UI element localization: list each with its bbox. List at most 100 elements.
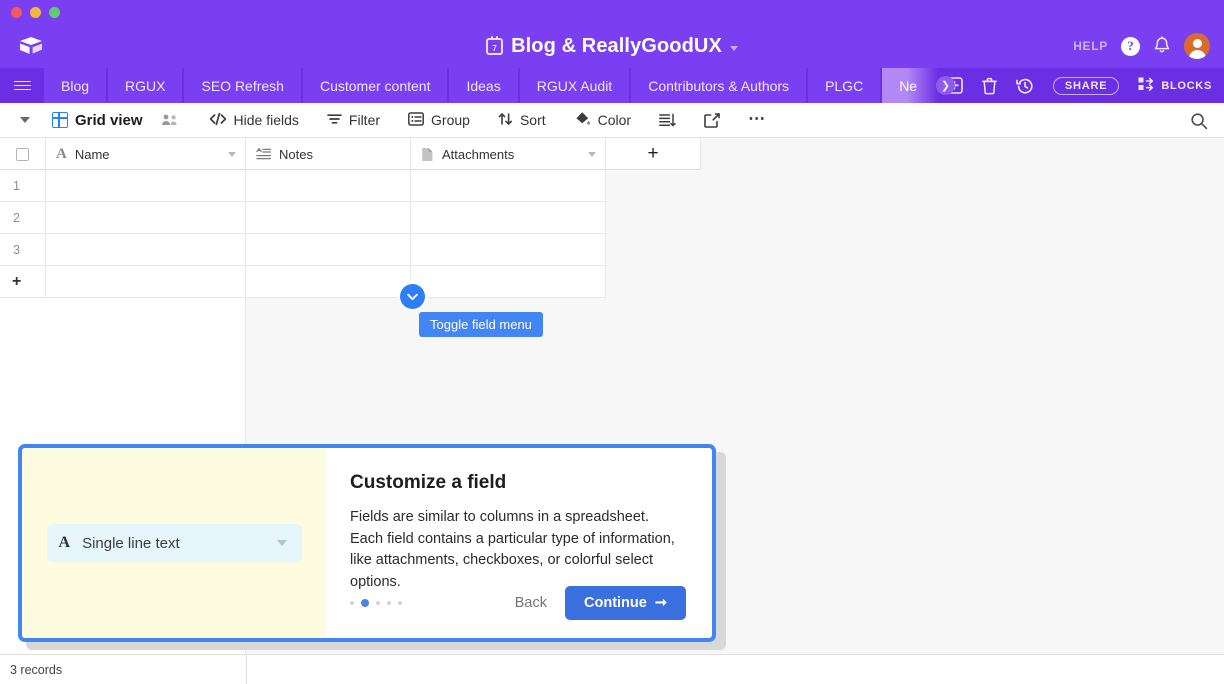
chevron-down-icon[interactable] bbox=[277, 540, 287, 546]
tab-blog[interactable]: Blog bbox=[44, 68, 106, 103]
add-row-spacer bbox=[46, 266, 246, 297]
question-circle-icon[interactable]: ? bbox=[1121, 37, 1140, 56]
blocks-button[interactable]: BLOCKS bbox=[1138, 77, 1212, 94]
minimize-window-button[interactable] bbox=[30, 7, 41, 18]
color-button[interactable]: Color bbox=[566, 107, 639, 133]
chevron-down-icon[interactable] bbox=[228, 152, 236, 157]
tab-plgc[interactable]: PLGC bbox=[808, 68, 880, 103]
share-export-icon[interactable] bbox=[696, 109, 728, 132]
tab-contributors-and-authors[interactable]: Contributors & Authors bbox=[631, 68, 806, 103]
record-count: 3 records bbox=[0, 663, 246, 677]
tab-label: RGUX Audit bbox=[537, 78, 612, 94]
tab-customer-content[interactable]: Customer content bbox=[303, 68, 448, 103]
table-row[interactable]: 1 bbox=[0, 170, 606, 202]
hide-fields-button[interactable]: Hide fields bbox=[201, 108, 307, 133]
group-button[interactable]: Group bbox=[400, 108, 478, 133]
table-tabs: Blog RGUX SEO Refresh Customer content I… bbox=[44, 68, 940, 103]
caret-down-icon[interactable] bbox=[20, 117, 30, 123]
base-title-text: Blog & ReallyGoodUX bbox=[511, 35, 722, 58]
bell-icon[interactable] bbox=[1153, 36, 1171, 56]
close-window-button[interactable] bbox=[11, 7, 22, 18]
share-button[interactable]: SHARE bbox=[1053, 77, 1120, 95]
column-header-label: Notes bbox=[279, 147, 313, 162]
tab-label: SEO Refresh bbox=[201, 78, 283, 94]
add-row-button[interactable]: + bbox=[0, 266, 606, 298]
sort-arrows-icon bbox=[498, 112, 513, 129]
footer-divider bbox=[246, 655, 247, 684]
tab-seo-refresh[interactable]: SEO Refresh bbox=[184, 68, 300, 103]
add-row-spacer bbox=[411, 266, 606, 297]
header-right-controls: HELP ? bbox=[1073, 24, 1210, 68]
modal-footer: Back Continue ➞ bbox=[350, 586, 686, 620]
step-dot[interactable] bbox=[350, 601, 354, 605]
cell-name[interactable] bbox=[46, 234, 246, 265]
trash-icon[interactable] bbox=[982, 77, 997, 95]
toolbar-item-label: Filter bbox=[349, 112, 380, 128]
modal-actions: Back Continue ➞ bbox=[515, 586, 686, 620]
cell-name[interactable] bbox=[46, 170, 246, 201]
cell-attachments[interactable] bbox=[411, 202, 606, 233]
base-title[interactable]: 7 Blog & ReallyGoodUX bbox=[0, 24, 1224, 68]
single-line-text-icon: A bbox=[56, 146, 67, 163]
back-button[interactable]: Back bbox=[515, 595, 547, 611]
chevron-right-icon[interactable]: ❯ bbox=[936, 76, 955, 95]
step-dot[interactable] bbox=[376, 601, 380, 605]
search-icon[interactable] bbox=[1190, 112, 1208, 135]
tab-rgux-audit[interactable]: RGUX Audit bbox=[520, 68, 629, 103]
column-header-label: Name bbox=[75, 147, 110, 162]
cell-notes[interactable] bbox=[246, 170, 411, 201]
window-traffic-lights bbox=[11, 7, 60, 18]
code-brackets-icon bbox=[209, 112, 227, 129]
column-header-name[interactable]: A Name bbox=[46, 138, 246, 170]
column-header-attachments[interactable]: Attachments bbox=[411, 138, 606, 170]
app-header: 7 Blog & ReallyGoodUX HELP ? bbox=[0, 24, 1224, 68]
step-dot[interactable] bbox=[387, 601, 391, 605]
toggle-field-menu-button[interactable] bbox=[400, 284, 425, 309]
toolbar-item-label: Group bbox=[431, 112, 470, 128]
tab-ideas[interactable]: Ideas bbox=[449, 68, 517, 103]
add-field-button[interactable]: + bbox=[606, 138, 701, 170]
chevron-down-icon[interactable] bbox=[730, 46, 738, 51]
cell-name[interactable] bbox=[46, 202, 246, 233]
ellipsis-icon[interactable]: ⋯ bbox=[740, 105, 774, 135]
blocks-icon bbox=[1138, 77, 1155, 94]
collaborators-icon[interactable] bbox=[161, 113, 179, 127]
view-toolbar: Grid view Hide fields bbox=[0, 103, 1224, 138]
cell-notes[interactable] bbox=[246, 234, 411, 265]
help-label[interactable]: HELP bbox=[1073, 39, 1108, 53]
attachment-icon bbox=[421, 147, 434, 162]
continue-button[interactable]: Continue ➞ bbox=[565, 586, 686, 620]
step-dot-active[interactable] bbox=[361, 599, 369, 607]
cell-attachments[interactable] bbox=[411, 234, 606, 265]
hamburger-menu-icon[interactable] bbox=[0, 68, 44, 103]
column-header-notes[interactable]: Notes bbox=[246, 138, 411, 170]
field-type-value: Single line text bbox=[82, 535, 180, 552]
view-label: Grid view bbox=[75, 112, 143, 129]
paint-drop-icon bbox=[574, 111, 591, 129]
cell-attachments[interactable] bbox=[411, 170, 606, 201]
zoom-window-button[interactable] bbox=[49, 7, 60, 18]
tab-new-table[interactable]: Ne bbox=[882, 68, 938, 103]
user-avatar[interactable] bbox=[1184, 33, 1210, 59]
chevron-down-icon[interactable] bbox=[588, 152, 596, 157]
calendar-icon: 7 bbox=[486, 38, 503, 55]
field-type-select[interactable]: A Single line text bbox=[47, 524, 302, 562]
tab-rgux[interactable]: RGUX bbox=[108, 68, 182, 103]
step-dot[interactable] bbox=[398, 601, 402, 605]
tab-label: Ideas bbox=[466, 78, 500, 94]
tab-label: Contributors & Authors bbox=[648, 78, 789, 94]
macos-title-bar bbox=[0, 0, 1224, 24]
row-height-icon[interactable] bbox=[651, 109, 684, 131]
tab-label: RGUX bbox=[125, 78, 165, 94]
filter-button[interactable]: Filter bbox=[319, 108, 388, 133]
add-row-plus-icon: + bbox=[0, 266, 46, 297]
table-row[interactable]: 3 bbox=[0, 234, 606, 266]
clock-history-icon[interactable] bbox=[1016, 77, 1034, 95]
table-row[interactable]: 2 bbox=[0, 202, 606, 234]
cell-notes[interactable] bbox=[246, 202, 411, 233]
view-selector[interactable]: Grid view bbox=[44, 108, 151, 133]
select-all-checkbox[interactable] bbox=[16, 148, 29, 161]
select-all-cell[interactable] bbox=[0, 138, 46, 170]
sort-button[interactable]: Sort bbox=[490, 108, 554, 133]
onboarding-modal: A Single line text Customize a field Fie… bbox=[18, 444, 716, 642]
